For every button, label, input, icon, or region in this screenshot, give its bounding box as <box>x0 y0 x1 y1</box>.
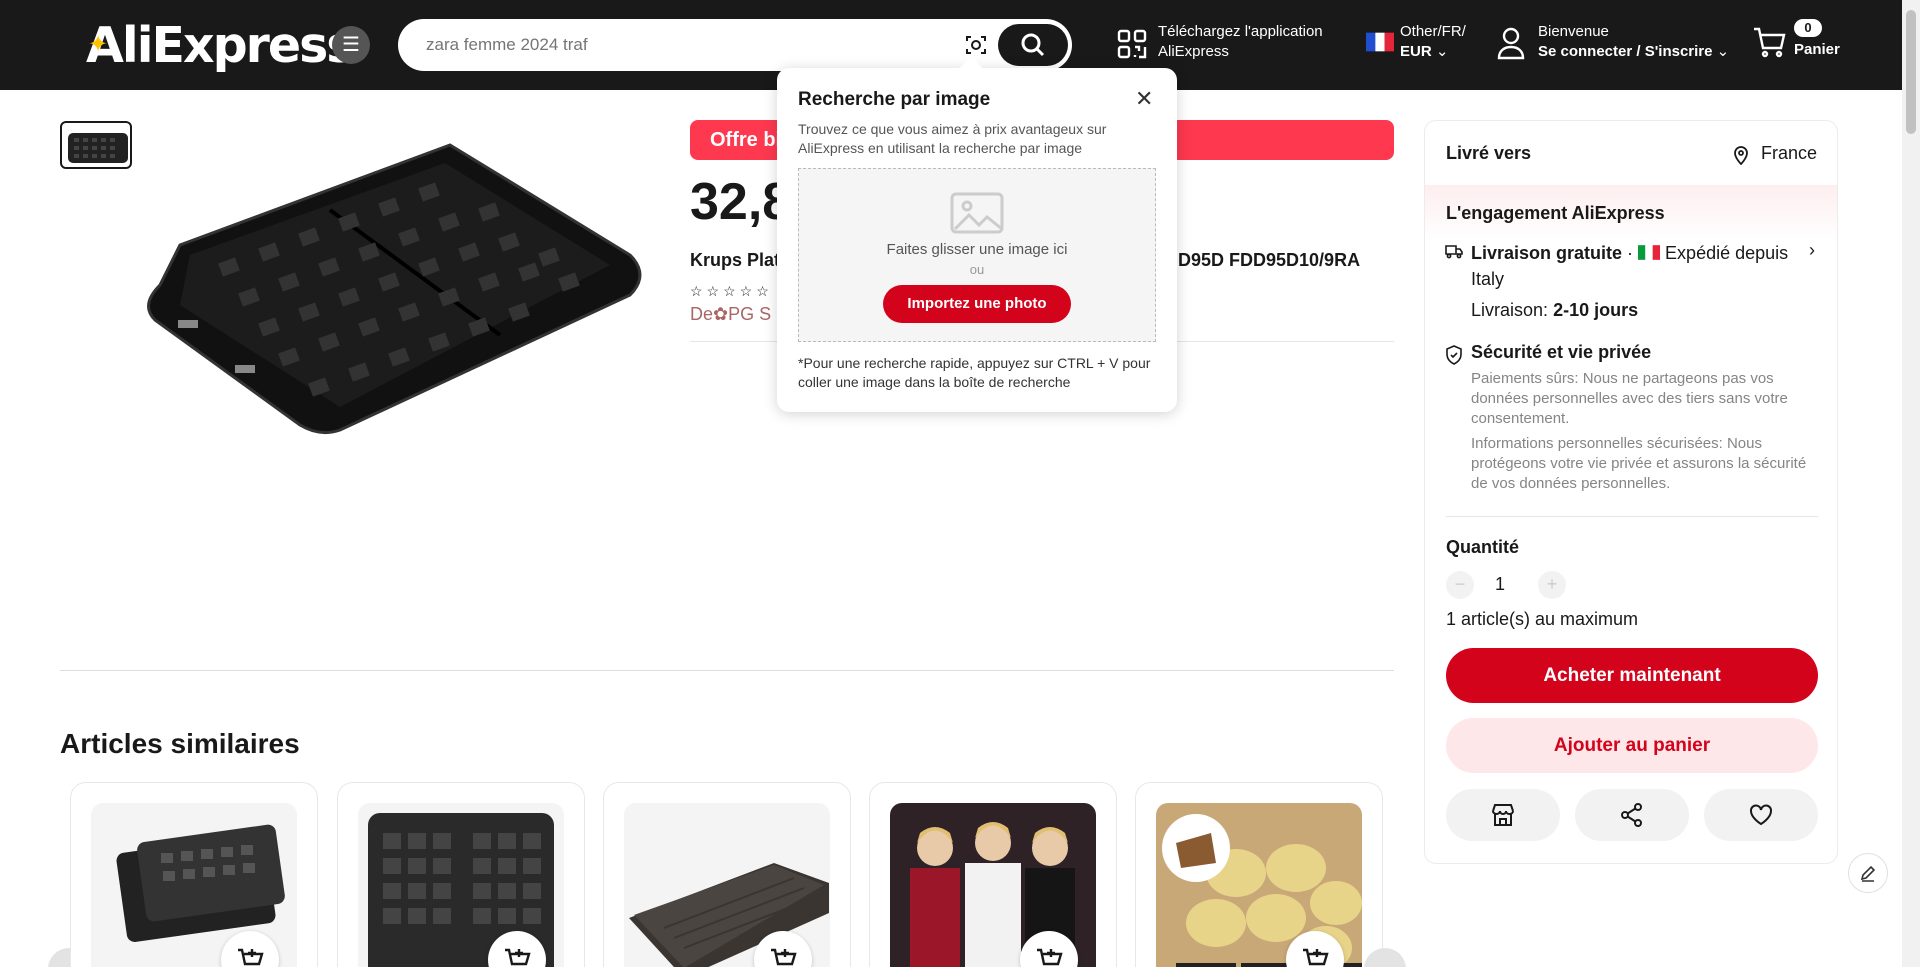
similar-items-title: Articles similaires <box>60 728 300 759</box>
buy-now-button[interactable]: Acheter maintenant <box>1446 648 1818 703</box>
quantity-decrease-button[interactable]: − <box>1446 571 1474 599</box>
search-input[interactable] <box>426 33 926 57</box>
store-button[interactable] <box>1446 789 1560 841</box>
logo-accent-mark: ✦ <box>88 30 108 58</box>
italy-flag-icon <box>1638 245 1661 260</box>
shield-check-icon <box>1446 345 1462 365</box>
download-app-line2: AliExpress <box>1158 43 1229 60</box>
store-icon <box>1492 804 1514 826</box>
drop-zone-or: ou <box>969 262 985 277</box>
wishlist-button[interactable] <box>1704 789 1818 841</box>
delivery-time: Livraison: 2-10 jours <box>1471 297 1638 323</box>
similar-item-card[interactable] <box>337 782 585 967</box>
aliexpress-logo[interactable]: ✦ AliExpress <box>86 17 355 74</box>
upload-photo-button[interactable]: Importez une photo <box>883 285 1071 323</box>
qr-code-icon[interactable] <box>1116 28 1148 60</box>
security-title: Sécurité et vie privée <box>1471 342 1652 362</box>
shipped-from-label: Expédié depuis <box>1665 243 1789 263</box>
quantity-value[interactable]: 1 <box>1495 574 1505 595</box>
ship-to-label: Livré vers <box>1446 143 1532 163</box>
popup-description: Trouvez ce que vous aimez à prix avantag… <box>798 121 1107 156</box>
heart-icon <box>1750 804 1772 826</box>
user-icon[interactable] <box>1496 26 1526 60</box>
france-flag-icon <box>1366 32 1394 52</box>
chevron-down-icon: ⌄ <box>1435 43 1449 60</box>
account-menu[interactable]: Bienvenue Se connecter / S'inscrire ⌄ <box>1538 22 1729 62</box>
product-title-end: D95D FDD95D10/9RA <box>1178 250 1361 270</box>
engagement-header: L'engagement AliExpress <box>1425 185 1837 241</box>
currency: EUR <box>1400 43 1432 60</box>
language-currency-selector[interactable]: Other/FR/ EUR ⌄ <box>1400 22 1466 62</box>
paste-tip: *Pour une recherche rapide, appuyez sur … <box>798 355 1151 390</box>
truck-icon <box>1445 245 1463 259</box>
image-search-popup: Recherche par image ✕ Trouvez ce que vou… <box>777 68 1177 412</box>
cart-label[interactable]: Panier <box>1794 41 1840 58</box>
search-button[interactable] <box>998 24 1068 66</box>
scrollbar-thumb[interactable] <box>1906 10 1916 134</box>
chevron-down-icon: ⌄ <box>1716 43 1730 60</box>
free-delivery-row[interactable]: Livraison gratuite · Expédié depuis Italy <box>1471 240 1811 292</box>
cart-icon[interactable] <box>1752 26 1786 58</box>
download-app-link[interactable]: Téléchargez l'application AliExpress <box>1158 22 1323 62</box>
feedback-button[interactable] <box>1848 853 1888 893</box>
quantity-increase-button[interactable]: + <box>1538 571 1566 599</box>
share-button[interactable] <box>1575 789 1689 841</box>
similar-item-card[interactable] <box>869 782 1117 967</box>
share-icon <box>1621 803 1642 827</box>
section-divider <box>60 670 1394 671</box>
page: ✦AliExpress ☰ Téléchargez l'application … <box>0 0 1920 967</box>
add-to-cart-button[interactable]: Ajouter au panier <box>1446 718 1818 773</box>
image-drop-zone[interactable]: Faites glisser une image ici ou Importez… <box>798 168 1156 342</box>
store-name[interactable]: De✿PG S <box>690 304 771 325</box>
product-title: Krups Plat <box>690 250 781 270</box>
main-product-image <box>147 143 642 435</box>
engagement-title: L'engagement AliExpress <box>1446 203 1665 223</box>
security-text-privacy: Informations personnelles sécurisées: No… <box>1471 435 1807 492</box>
product-thumbnail[interactable] <box>60 121 132 169</box>
similar-item-card[interactable] <box>603 782 851 967</box>
logo-text: AliExpress <box>86 17 355 74</box>
login-register-link: Se connecter / S'inscrire <box>1538 43 1713 60</box>
shipped-from-country: Italy <box>1471 269 1505 289</box>
pencil-icon <box>1860 865 1876 882</box>
quantity-max-note: 1 article(s) au maximum <box>1446 609 1639 629</box>
chevron-right-icon[interactable]: › <box>1809 240 1815 261</box>
similar-item-card[interactable] <box>70 782 318 967</box>
close-icon[interactable]: ✕ <box>1135 86 1153 112</box>
waffle-plate-thumbnail-image <box>68 133 128 163</box>
divider <box>1446 516 1818 517</box>
free-delivery-label: Livraison gratuite <box>1471 243 1623 263</box>
language-region: Other/FR/ <box>1400 23 1466 40</box>
purchase-panel: Livré vers France L'engagement AliExpres… <box>1424 120 1838 864</box>
welcome-text: Bienvenue <box>1538 23 1609 40</box>
menu-icon[interactable]: ☰ <box>332 26 370 64</box>
image-search-icon[interactable] <box>964 33 988 57</box>
delivery-label: Livraison: <box>1471 300 1549 320</box>
download-app-line1: Téléchargez l'application <box>1158 23 1323 40</box>
ship-to-country[interactable]: France <box>1761 143 1817 164</box>
page-scrollbar[interactable] <box>1902 0 1920 967</box>
offer-text: Offre bi <box>710 129 782 151</box>
cart-count-badge: 0 <box>1794 19 1822 37</box>
delivery-days: 2-10 jours <box>1553 300 1639 320</box>
quantity-label: Quantité <box>1446 537 1520 557</box>
search-icon <box>1021 33 1045 57</box>
image-placeholder-icon <box>950 192 1004 234</box>
rating-stars: ☆☆☆☆☆ <box>690 283 773 299</box>
security-text-payments: Paiements sûrs: Nous ne partageons pas v… <box>1471 370 1788 427</box>
popup-title: Recherche par image <box>798 89 991 110</box>
location-pin-icon <box>1734 146 1748 165</box>
similar-item-card[interactable] <box>1135 782 1383 967</box>
drop-zone-text: Faites glisser une image ici <box>886 241 1068 258</box>
